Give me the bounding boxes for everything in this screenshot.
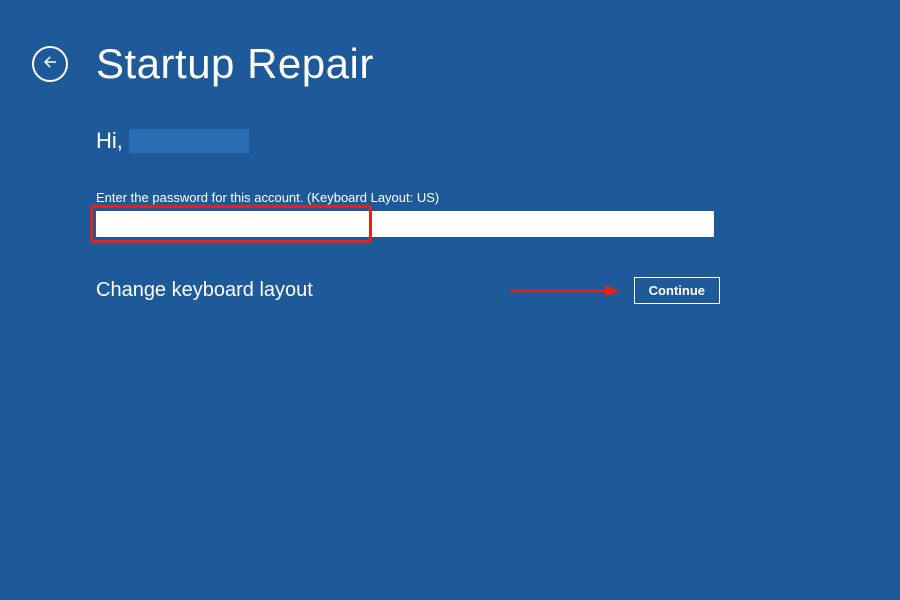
page-title: Startup Repair: [96, 40, 374, 88]
password-input[interactable]: [96, 211, 714, 237]
change-keyboard-layout-link[interactable]: Change keyboard layout: [96, 279, 313, 302]
continue-button[interactable]: Continue: [634, 277, 720, 304]
back-button[interactable]: [32, 46, 68, 82]
greeting-line: Hi,: [96, 128, 900, 154]
annotation-arrow-icon: [510, 282, 620, 300]
greeting-prefix: Hi,: [96, 128, 123, 154]
username-redacted: [129, 129, 249, 153]
back-arrow-icon: [41, 53, 59, 76]
password-instruction: Enter the password for this account. (Ke…: [96, 190, 900, 205]
